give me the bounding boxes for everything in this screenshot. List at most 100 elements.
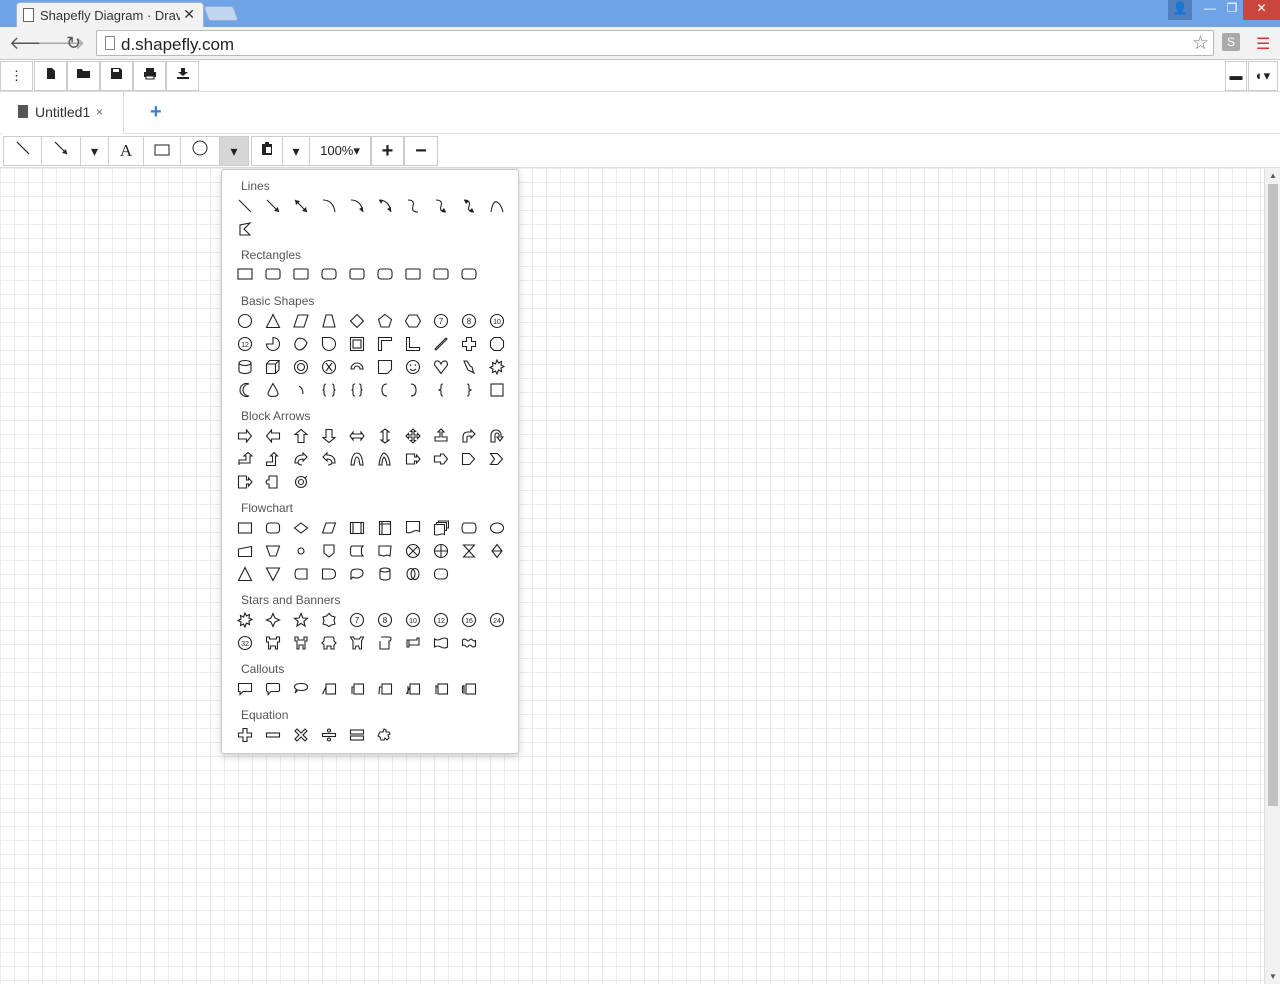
- close-document-icon[interactable]: ×: [96, 105, 103, 119]
- block-arrows-shape-13-icon[interactable]: [292, 450, 310, 468]
- block-arrows-shape-15-icon[interactable]: [348, 450, 366, 468]
- rectangles-shape-2-icon[interactable]: [264, 265, 282, 283]
- block-arrows-shape-9-icon[interactable]: [460, 427, 478, 445]
- lines-shape-5-icon[interactable]: [348, 197, 366, 215]
- lines-shape-3-icon[interactable]: [292, 197, 310, 215]
- basic-shapes-shape-13-icon[interactable]: [292, 335, 310, 353]
- block-arrows-shape-10-icon[interactable]: [488, 427, 506, 445]
- rectangles-shape-8-icon[interactable]: [432, 265, 450, 283]
- lines-shape-11-icon[interactable]: [236, 220, 254, 238]
- line-dropdown-button[interactable]: ▾: [80, 136, 109, 166]
- flowchart-shape-11-icon[interactable]: [236, 542, 254, 560]
- basic-shapes-shape-39-icon[interactable]: [460, 381, 478, 399]
- flowchart-shape-22-icon[interactable]: [264, 565, 282, 583]
- stars-banners-shape-1-icon[interactable]: [236, 611, 254, 629]
- basic-shapes-shape-24-icon[interactable]: [320, 358, 338, 376]
- flowchart-shape-4-icon[interactable]: [320, 519, 338, 537]
- basic-shapes-shape-36-icon[interactable]: [376, 381, 394, 399]
- lines-shape-6-icon[interactable]: [376, 197, 394, 215]
- lines-shape-2-icon[interactable]: [264, 197, 282, 215]
- arrow-tool-button[interactable]: [41, 136, 81, 166]
- block-arrows-shape-16-icon[interactable]: [376, 450, 394, 468]
- basic-shapes-shape-34-icon[interactable]: [320, 381, 338, 399]
- equation-shape-1-icon[interactable]: [236, 726, 254, 744]
- export-icon[interactable]: [166, 61, 199, 91]
- flowchart-shape-27-icon[interactable]: [404, 565, 422, 583]
- rectangles-shape-3-icon[interactable]: [292, 265, 310, 283]
- paste-dropdown-button[interactable]: ▾: [282, 136, 310, 166]
- flowchart-shape-15-icon[interactable]: [348, 542, 366, 560]
- flowchart-shape-5-icon[interactable]: [348, 519, 366, 537]
- stars-banners-shape-16-icon[interactable]: [376, 634, 394, 652]
- stars-banners-shape-17-icon[interactable]: [404, 634, 422, 652]
- block-arrows-shape-1-icon[interactable]: [236, 427, 254, 445]
- flowchart-shape-21-icon[interactable]: [236, 565, 254, 583]
- equation-shape-3-icon[interactable]: [292, 726, 310, 744]
- basic-shapes-shape-26-icon[interactable]: [376, 358, 394, 376]
- stars-banners-shape-13-icon[interactable]: [292, 634, 310, 652]
- rectangles-shape-9-icon[interactable]: [460, 265, 478, 283]
- block-arrows-shape-17-icon[interactable]: [404, 450, 422, 468]
- block-arrows-shape-3-icon[interactable]: [292, 427, 310, 445]
- basic-shapes-shape-5-icon[interactable]: [348, 312, 366, 330]
- stars-banners-shape-3-icon[interactable]: [292, 611, 310, 629]
- reload-icon[interactable]: ↻: [66, 33, 81, 54]
- basic-shapes-shape-35-icon[interactable]: [348, 381, 366, 399]
- flowchart-shape-2-icon[interactable]: [264, 519, 282, 537]
- lines-shape-1-icon[interactable]: [236, 197, 254, 215]
- paste-icon[interactable]: [251, 136, 283, 166]
- rectangles-shape-6-icon[interactable]: [376, 265, 394, 283]
- shapes-dropdown-button[interactable]: ▾: [219, 136, 249, 166]
- rectangles-shape-5-icon[interactable]: [348, 265, 366, 283]
- lines-shape-4-icon[interactable]: [320, 197, 338, 215]
- callouts-shape-1-icon[interactable]: [236, 680, 254, 698]
- basic-shapes-shape-30-icon[interactable]: [488, 358, 506, 376]
- block-arrows-shape-18-icon[interactable]: [432, 450, 450, 468]
- callouts-shape-6-icon[interactable]: [376, 680, 394, 698]
- chat-icon[interactable]: ▬: [1225, 61, 1247, 91]
- close-tab-icon[interactable]: ✕: [183, 6, 195, 23]
- flowchart-shape-10-icon[interactable]: [488, 519, 506, 537]
- basic-shapes-shape-14-icon[interactable]: [320, 335, 338, 353]
- basic-shapes-shape-25-icon[interactable]: [348, 358, 366, 376]
- rectangles-shape-4-icon[interactable]: [320, 265, 338, 283]
- add-document-button[interactable]: +: [150, 101, 162, 124]
- basic-shapes-shape-38-icon[interactable]: [432, 381, 450, 399]
- address-bar[interactable]: d.shapefly.com ☆: [96, 30, 1214, 56]
- rectangles-shape-1-icon[interactable]: [236, 265, 254, 283]
- print-icon[interactable]: [133, 61, 166, 91]
- basic-shapes-shape-18-icon[interactable]: [432, 335, 450, 353]
- flowchart-shape-16-icon[interactable]: [376, 542, 394, 560]
- flowchart-shape-28-icon[interactable]: [432, 565, 450, 583]
- ellipse-tool-button[interactable]: [180, 136, 220, 166]
- basic-shapes-shape-31-icon[interactable]: [236, 381, 254, 399]
- line-tool-button[interactable]: [3, 136, 42, 166]
- basic-shapes-shape-2-icon[interactable]: [264, 312, 282, 330]
- stars-banners-shape-2-icon[interactable]: [264, 611, 282, 629]
- text-tool-button[interactable]: A: [108, 136, 144, 166]
- zoom-select[interactable]: 100%▾: [309, 136, 371, 166]
- basic-shapes-shape-33-icon[interactable]: [292, 381, 310, 399]
- language-icon[interactable]: ◐▾: [1248, 61, 1278, 91]
- block-arrows-shape-21-icon[interactable]: [236, 473, 254, 491]
- stars-banners-shape-7-icon[interactable]: 10: [404, 611, 422, 629]
- zoom-in-button[interactable]: +: [371, 136, 404, 166]
- flowchart-shape-18-icon[interactable]: [432, 542, 450, 560]
- new-file-icon[interactable]: [34, 61, 67, 91]
- open-folder-icon[interactable]: [67, 61, 100, 91]
- extension-icon[interactable]: S: [1222, 33, 1240, 51]
- callouts-shape-4-icon[interactable]: [320, 680, 338, 698]
- stars-banners-shape-8-icon[interactable]: 12: [432, 611, 450, 629]
- flowchart-shape-9-icon[interactable]: [460, 519, 478, 537]
- callouts-shape-9-icon[interactable]: [460, 680, 478, 698]
- zoom-out-button[interactable]: −: [404, 136, 438, 166]
- flowchart-shape-24-icon[interactable]: [320, 565, 338, 583]
- stars-banners-shape-11-icon[interactable]: 32: [236, 634, 254, 652]
- basic-shapes-shape-6-icon[interactable]: [376, 312, 394, 330]
- stars-banners-shape-19-icon[interactable]: [460, 634, 478, 652]
- basic-shapes-shape-20-icon[interactable]: [488, 335, 506, 353]
- rectangle-tool-button[interactable]: [143, 136, 181, 166]
- minimize-icon[interactable]: —: [1200, 0, 1220, 18]
- flowchart-shape-3-icon[interactable]: [292, 519, 310, 537]
- block-arrows-shape-2-icon[interactable]: [264, 427, 282, 445]
